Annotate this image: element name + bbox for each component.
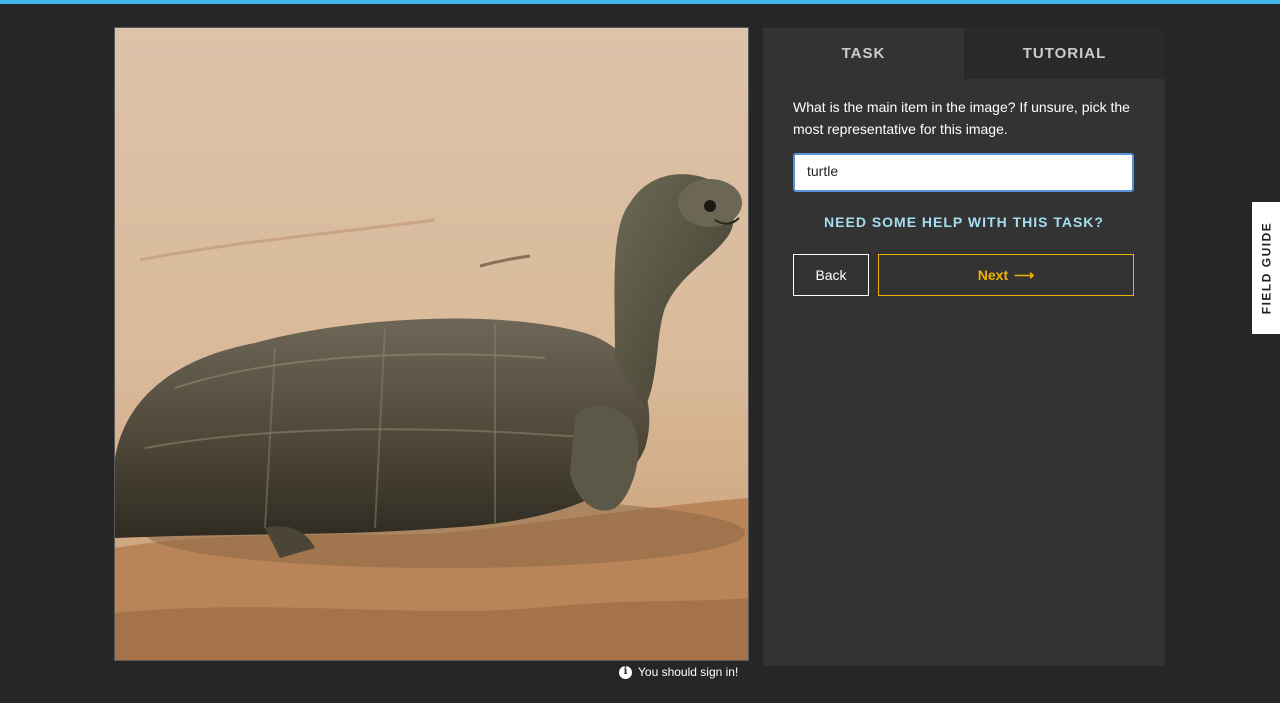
top-accent-bar — [0, 0, 1280, 4]
arrow-right-icon: ⟶ — [1014, 266, 1035, 283]
task-question: What is the main item in the image? If u… — [793, 99, 1130, 137]
field-guide-tab[interactable]: FIELD GUIDE — [1252, 202, 1280, 334]
turtle-photo — [115, 28, 748, 660]
back-button[interactable]: Back — [793, 254, 869, 296]
tab-tutorial[interactable]: TUTORIAL — [964, 28, 1165, 79]
sign-in-text: You should sign in! — [638, 665, 739, 679]
field-guide-label: FIELD GUIDE — [1259, 221, 1274, 315]
tab-task[interactable]: TASK — [763, 28, 964, 79]
task-tabs: TASK TUTORIAL — [763, 28, 1165, 79]
next-button[interactable]: Next ⟶ — [878, 254, 1134, 296]
answer-input[interactable]: turtle — [793, 153, 1134, 192]
help-link[interactable]: NEED SOME HELP WITH THIS TASK? — [763, 214, 1165, 230]
task-panel: TASK TUTORIAL What is the main item in t… — [763, 28, 1165, 666]
subject-image[interactable] — [114, 27, 749, 661]
sign-in-notice: i You should sign in! — [619, 664, 738, 680]
next-button-label: Next — [977, 267, 1009, 283]
info-icon: i — [619, 665, 632, 679]
